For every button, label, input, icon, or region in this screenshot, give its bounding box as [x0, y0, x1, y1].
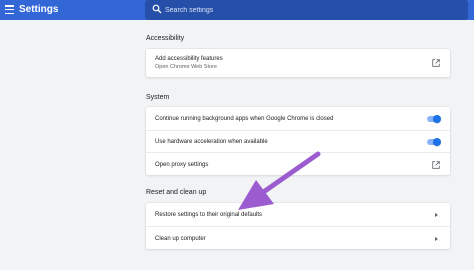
external-link-icon[interactable] [432, 161, 440, 169]
search-icon [152, 4, 162, 14]
page-title: Settings [19, 4, 59, 15]
external-link-icon[interactable] [432, 59, 440, 67]
add-accessibility-features-row[interactable]: Add accessibility features Open Chrome W… [146, 49, 450, 77]
background-apps-toggle[interactable] [427, 115, 441, 123]
add-accessibility-features-label: Add accessibility features [155, 56, 223, 62]
section-title-reset: Reset and clean up [146, 189, 207, 196]
header-bar: Settings [0, 0, 474, 20]
section-title-accessibility: Accessibility [146, 35, 185, 42]
hardware-acceleration-row[interactable]: Use hardware acceleration when available [146, 130, 450, 153]
toggle-knob [433, 115, 441, 123]
chevron-right-icon [435, 237, 438, 241]
system-card: Continue running background apps when Go… [146, 107, 450, 175]
chevron-right-icon [435, 213, 438, 217]
clean-up-computer-label: Clean up computer [155, 236, 206, 242]
hardware-acceleration-toggle[interactable] [427, 138, 441, 146]
settings-page: Settings Accessibility Add accessibility… [0, 0, 474, 270]
restore-defaults-label: Restore settings to their original defau… [155, 212, 263, 218]
search-input[interactable] [165, 3, 455, 17]
clean-up-computer-row[interactable]: Clean up computer [146, 226, 450, 250]
open-web-store-sublabel: Open Chrome Web Store [155, 64, 217, 70]
toggle-knob [433, 138, 441, 146]
hardware-acceleration-label: Use hardware acceleration when available [155, 139, 268, 145]
section-title-system: System [146, 94, 170, 101]
restore-defaults-row[interactable]: Restore settings to their original defau… [146, 203, 450, 226]
proxy-settings-label: Open proxy settings [155, 162, 209, 168]
background-apps-row[interactable]: Continue running background apps when Go… [146, 107, 450, 130]
reset-card: Restore settings to their original defau… [146, 203, 450, 249]
proxy-settings-row[interactable]: Open proxy settings [146, 152, 450, 176]
background-apps-label: Continue running background apps when Go… [155, 116, 334, 122]
search-box[interactable] [145, 0, 468, 20]
accessibility-card: Add accessibility features Open Chrome W… [146, 49, 450, 77]
hamburger-menu-icon[interactable] [5, 5, 14, 14]
